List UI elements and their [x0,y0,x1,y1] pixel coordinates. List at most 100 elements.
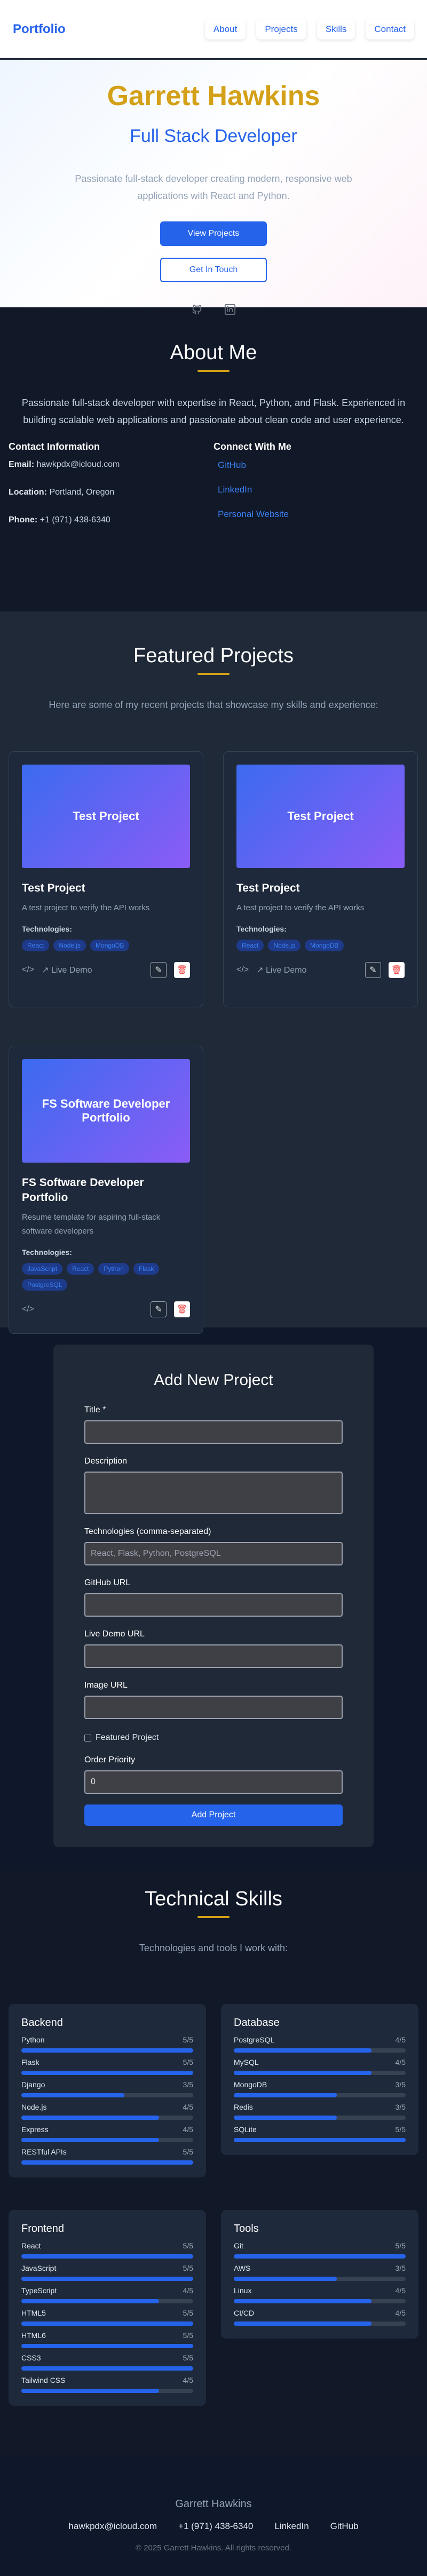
image-url-input[interactable] [84,1696,343,1719]
skill-row: MySQL 4/5 [234,2058,406,2075]
github-icon[interactable] [191,304,203,315]
nav-link-projects[interactable]: Projects [256,19,306,39]
skill-bar-fill [21,2138,159,2142]
skill-row: JavaScript 5/5 [21,2264,193,2281]
skill-name: JavaScript [21,2264,57,2272]
project-title: Test Project [236,882,300,894]
skills-subtitle: Technologies and tools I work with: [139,1943,288,1953]
technologies-label: Technologies (comma-separated) [84,1527,211,1536]
skill-bar-fill [21,2071,193,2075]
edit-project-button[interactable]: ✎ [365,962,381,978]
skill-name: TypeScript [21,2286,57,2295]
skill-level: 4/5 [183,2103,193,2111]
skill-name: Git [234,2241,243,2250]
skill-bar [234,2277,406,2281]
title-input[interactable] [84,1420,343,1444]
tech-tag: React [236,940,264,951]
skill-bar [234,2321,406,2326]
live-demo-link[interactable]: ↗ Live Demo [256,965,306,975]
skill-level: 5/5 [183,2148,193,2156]
edit-project-button[interactable]: ✎ [151,1301,167,1317]
title-label: Title * [84,1405,106,1414]
footer-email[interactable]: hawkpdx@icloud.com [68,2521,157,2532]
edit-project-button[interactable]: ✎ [151,962,167,978]
live-demo-link[interactable]: ↗ Live Demo [42,965,92,975]
skill-level: 5/5 [183,2058,193,2066]
skill-row: PostgreSQL 4/5 [234,2036,406,2053]
hero-name: Garrett Hawkins [107,81,320,112]
tech-tag: Node.js [53,940,86,951]
project-title: FS Software Developer Portfolio [22,1176,144,1204]
skill-level: 5/5 [183,2354,193,2362]
skill-name: HTML6 [21,2331,46,2340]
technologies-label: Technologies: [236,925,287,933]
skill-level: 3/5 [395,2264,406,2272]
title-underline [197,1916,230,1918]
tech-tag: JavaScript [22,1263,63,1275]
featured-checkbox[interactable] [84,1734,91,1742]
add-project-button[interactable]: Add Project [84,1804,343,1826]
skill-row: MongoDB 3/5 [234,2080,406,2097]
delete-project-button[interactable]: 🗑 [389,962,405,978]
skill-level: 4/5 [395,2309,406,2317]
skill-row: AWS 3/5 [234,2264,406,2281]
skill-bar [21,2299,193,2303]
skill-level: 5/5 [183,2241,193,2250]
skill-bar-fill [21,2321,193,2326]
footer-github-link[interactable]: GitHub [330,2521,359,2532]
skill-row: Express 4/5 [21,2125,193,2142]
footer-linkedin-link[interactable]: LinkedIn [274,2521,309,2532]
projects-section: Featured Projects Here are some of my re… [0,611,427,1334]
delete-project-button[interactable]: 🗑 [174,1301,190,1317]
technologies-label: Technologies: [22,925,72,933]
code-icon[interactable]: </> [236,965,249,975]
github-url-input[interactable] [84,1593,343,1617]
live-demo-url-input[interactable] [84,1644,343,1668]
skill-bar [21,2138,193,2142]
connect-github-link[interactable]: GitHub [218,460,418,471]
skill-name: Express [21,2125,49,2134]
skill-group-title: Backend [21,2017,63,2029]
view-projects-button[interactable]: View Projects [160,221,267,246]
skill-name: MongoDB [234,2080,267,2089]
skill-bar [234,2138,406,2142]
code-icon[interactable]: </> [22,965,34,975]
nav-link-contact[interactable]: Contact [366,19,414,39]
skill-level: 5/5 [183,2309,193,2317]
connect-linkedin-link[interactable]: LinkedIn [218,484,418,495]
skill-level: 4/5 [183,2125,193,2134]
skill-name: RESTful APIs [21,2148,67,2156]
skill-level: 4/5 [183,2286,193,2295]
nav-link-about[interactable]: About [204,19,246,39]
skill-bar-fill [21,2277,193,2281]
about-lead: Passionate full-stack developer with exp… [21,397,406,425]
skill-row: CSS3 5/5 [21,2354,193,2371]
footer-name: Garrett Hawkins [175,2498,252,2510]
nav-link-skills[interactable]: Skills [317,19,355,39]
contact-info-title: Contact Information [9,441,100,452]
logo[interactable]: Portfolio [13,22,66,37]
title-underline [197,673,230,675]
order-priority-input[interactable]: 0 [84,1770,343,1794]
connect-website-link[interactable]: Personal Website [218,509,418,520]
skill-bar [234,2116,406,2120]
code-icon[interactable]: </> [22,1305,34,1314]
description-textarea[interactable] [84,1472,343,1514]
image-url-label: Image URL [84,1681,128,1690]
linkedin-icon[interactable] [224,304,236,315]
footer-phone[interactable]: +1 (971) 438-6340 [178,2521,253,2532]
skill-bar-fill [234,2048,371,2053]
project-card: Test Project Test Project A test project… [9,751,203,1007]
featured-label: Featured Project [96,1733,159,1742]
skill-bar [234,2254,406,2259]
get-in-touch-button[interactable]: Get In Touch [160,258,267,282]
skill-bar-fill [21,2344,193,2348]
skill-card-tools: Tools Git 5/5 AWS 3/5 Linux 4/5 CI/CD 4/5 [221,2210,418,2339]
skill-bar [234,2048,406,2053]
technologies-input[interactable]: React, Flask, Python, PostgreSQL [84,1542,343,1565]
featured-checkbox-row[interactable]: Featured Project [84,1733,343,1743]
project-title: Test Project [22,882,85,894]
skill-level: 3/5 [395,2103,406,2111]
delete-project-button[interactable]: 🗑 [174,962,190,978]
project-card: Test Project Test Project A test project… [223,751,418,1007]
